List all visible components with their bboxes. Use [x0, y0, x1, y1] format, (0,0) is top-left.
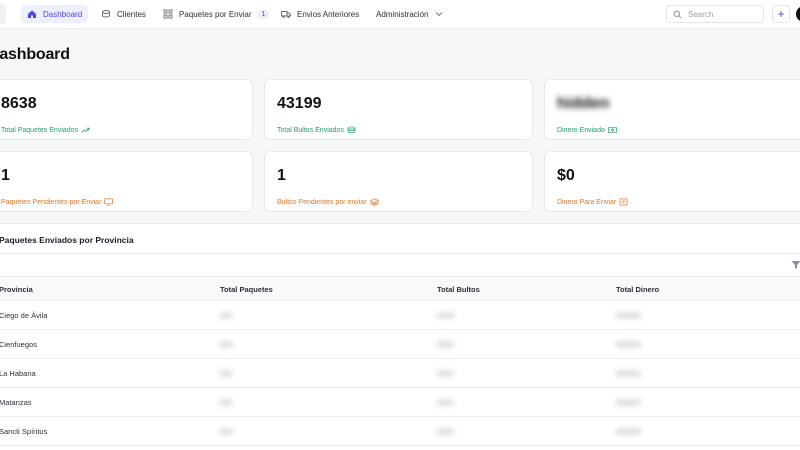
add-button[interactable]: +: [772, 5, 790, 23]
nav-dashboard-label: Dashboard: [43, 9, 83, 19]
cell-total-bultos: 0000: [437, 311, 454, 320]
cell-total-paquetes: 000: [220, 340, 233, 349]
nav-paquetes-por-enviar[interactable]: Paquetes por Enviar 1: [157, 5, 275, 23]
receipt-icon: [619, 198, 628, 206]
cell-total-paquetes: 000: [220, 398, 233, 407]
stat-label-text: Dinero Para Enviar: [557, 198, 617, 206]
column-header[interactable]: Total Bultos: [437, 285, 480, 294]
table-row[interactable]: Matanzas 000 0000 000000: [0, 388, 800, 417]
search-input[interactable]: Search: [666, 5, 764, 23]
stat-label: Dinero Para Enviar: [557, 198, 628, 206]
stat-label: Bultos Pendientes por enviar: [277, 198, 379, 206]
filter-icon[interactable]: [791, 260, 800, 270]
stat-value: 1: [1, 167, 10, 184]
cell-total-dinero: 000000: [616, 311, 642, 320]
nav-envios-anteriores[interactable]: Envios Anteriores: [275, 5, 365, 23]
nav-paquetes-label: Paquetes por Enviar: [179, 9, 252, 19]
nav-administracion-label: Administración: [376, 9, 429, 19]
stat-value: 8638: [1, 95, 37, 112]
truck-icon: [281, 11, 291, 18]
column-header[interactable]: Total Dinero: [616, 285, 659, 294]
stat-value: $0: [557, 167, 575, 184]
pending-count-badge: 1: [257, 9, 270, 19]
stat-label: Dinero Enviado: [557, 126, 617, 134]
cell-provincia: Cienfuegos: [0, 340, 37, 349]
cell-provincia: Ciego de Ávila: [0, 311, 48, 320]
chevron-down-icon: [436, 12, 443, 17]
cell-total-paquetes: 000: [220, 427, 233, 436]
stat-card-paquetes-pendientes: 1 Paquetes Pendientes por Enviar: [0, 151, 253, 212]
cell-total-bultos: 0000: [437, 340, 454, 349]
divider: [0, 253, 800, 254]
stat-card-dinero-para-enviar: $0 Dinero Para Enviar: [544, 151, 800, 212]
cell-total-bultos: 0000: [437, 369, 454, 378]
database-icon: [347, 126, 356, 134]
layers-icon: [369, 198, 379, 206]
stat-label: Total Bultos Enviados: [277, 126, 356, 134]
stat-label-text: Paquetes Pendientes por Enviar: [1, 198, 102, 206]
cell-total-paquetes: 000: [220, 369, 233, 378]
logo[interactable]: [0, 4, 6, 24]
search-placeholder: Search: [688, 9, 714, 19]
table-row[interactable]: Cienfuegos 000 0000 000000: [0, 330, 800, 359]
top-navbar: Dashboard Clientes Paquetes por Enviar 1…: [0, 0, 800, 29]
users-icon: [102, 10, 110, 18]
nav-envios-label: Envios Anteriores: [297, 9, 360, 19]
stat-label: Total Paquetes Enviados: [1, 126, 90, 134]
stat-label-text: Bultos Pendientes por enviar: [277, 198, 367, 206]
table-row[interactable]: La Habana 000 0000 000000: [0, 359, 800, 388]
cell-provincia: La Habana: [0, 369, 36, 378]
table-row[interactable]: Sancti Spíritus 000 0000 000000: [0, 417, 800, 446]
column-header[interactable]: Provincia: [0, 285, 33, 294]
stat-value: 1: [277, 167, 286, 184]
table-title: Paquetes Enviados por Provincia: [0, 235, 134, 245]
cell-total-bultos: 0000: [437, 427, 454, 436]
stat-label: Paquetes Pendientes por Enviar: [1, 198, 114, 206]
cell-provincia: Sancti Spíritus: [0, 427, 48, 436]
cell-total-dinero: 000000: [616, 427, 642, 436]
packages-icon: [163, 9, 173, 19]
nav-clientes[interactable]: Clientes: [95, 5, 152, 23]
stat-card-bultos-pendientes: 1 Bultos Pendientes por enviar: [264, 151, 533, 212]
stat-value: 43199: [277, 95, 322, 112]
stat-label-text: Total Bultos Enviados: [277, 126, 344, 134]
table-header: Provincia Total Paquetes Total Bultos To…: [0, 276, 800, 301]
home-icon: [28, 10, 36, 18]
column-header[interactable]: Total Paquetes: [220, 285, 273, 294]
page-title: Dashboard: [0, 46, 70, 63]
cell-total-bultos: 0000: [437, 398, 454, 407]
provincias-table-card: Paquetes Enviados por Provincia Provinci…: [0, 223, 800, 450]
cell-total-dinero: 000000: [616, 398, 642, 407]
nav-administracion[interactable]: Administración: [370, 5, 450, 23]
stat-label-text: Dinero Enviado: [557, 126, 605, 134]
cell-total-paquetes: 000: [220, 311, 233, 320]
cell-total-dinero: 000000: [616, 369, 642, 378]
monitor-icon: [104, 198, 114, 206]
stat-card-total-paquetes: 8638 Total Paquetes Enviados: [0, 79, 253, 140]
cash-icon: [607, 126, 617, 134]
stat-value-hidden: hidden: [557, 95, 610, 112]
stat-label-text: Total Paquetes Enviados: [1, 126, 79, 134]
avatar[interactable]: [796, 6, 800, 22]
nav-dashboard[interactable]: Dashboard: [21, 5, 89, 23]
table-row[interactable]: Ciego de Ávila 000 0000 000000: [0, 301, 800, 330]
stat-card-dinero-enviado: hidden Dinero Enviado: [544, 79, 800, 140]
nav-clientes-label: Clientes: [117, 9, 146, 19]
cell-provincia: Matanzas: [0, 398, 32, 407]
trend-up-icon: [81, 127, 90, 133]
search-icon: [673, 10, 682, 18]
stat-card-total-bultos: 43199 Total Bultos Enviados: [264, 79, 533, 140]
cell-total-dinero: 000000: [616, 340, 642, 349]
